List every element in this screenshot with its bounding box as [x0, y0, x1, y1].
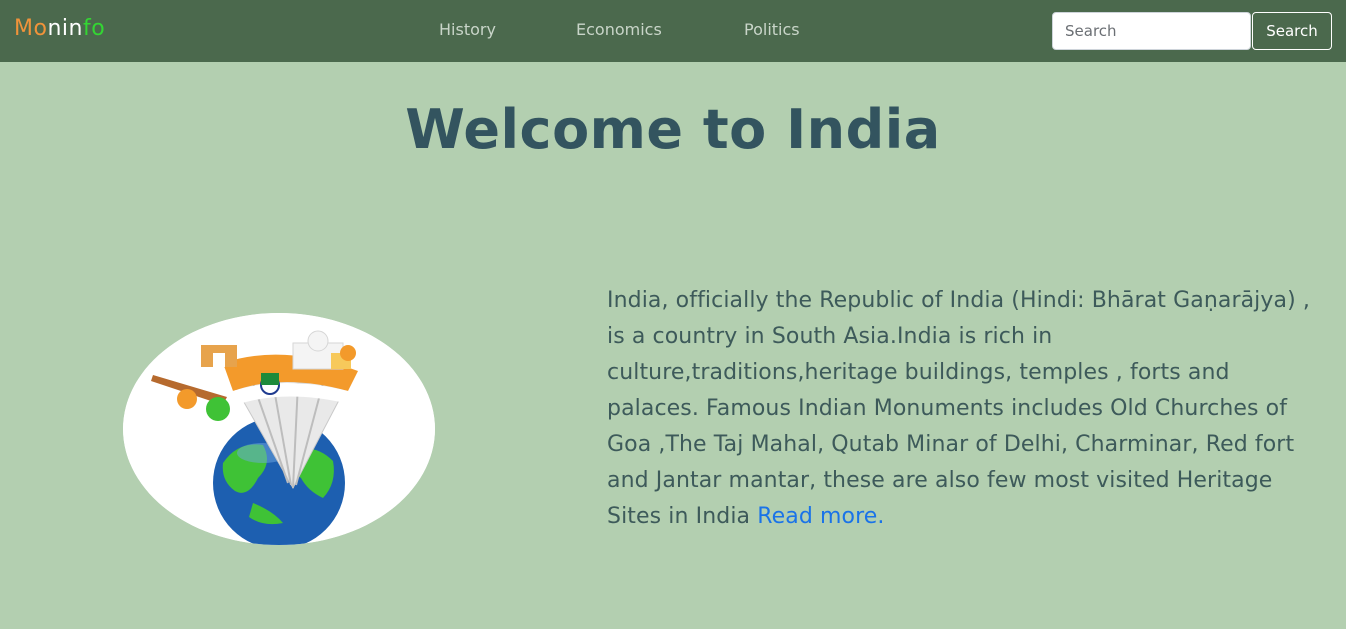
search-button[interactable]: Search [1252, 12, 1332, 50]
search-input[interactable] [1052, 12, 1251, 50]
brand-part-mo: Mo [14, 16, 48, 41]
navbar: Moninfo History Economics Politics Searc… [0, 0, 1346, 62]
brand-part-nin: nin [47, 16, 83, 41]
brand-logo[interactable]: Moninfo [14, 16, 105, 41]
nav-link-economics[interactable]: Economics [576, 20, 662, 39]
description-text: India, officially the Republic of India … [607, 288, 1310, 529]
india-globe-image [123, 313, 435, 545]
nav-link-history[interactable]: History [439, 20, 496, 39]
page-title: Welcome to India [405, 98, 941, 161]
india-globe-illustration [123, 313, 435, 545]
page: Moninfo History Economics Politics Searc… [0, 0, 1346, 629]
hero-description: India, officially the Republic of India … [607, 283, 1317, 535]
brand-part-fo: fo [82, 16, 106, 41]
read-more-link[interactable]: Read more. [757, 504, 884, 529]
nav-link-politics[interactable]: Politics [744, 20, 800, 39]
